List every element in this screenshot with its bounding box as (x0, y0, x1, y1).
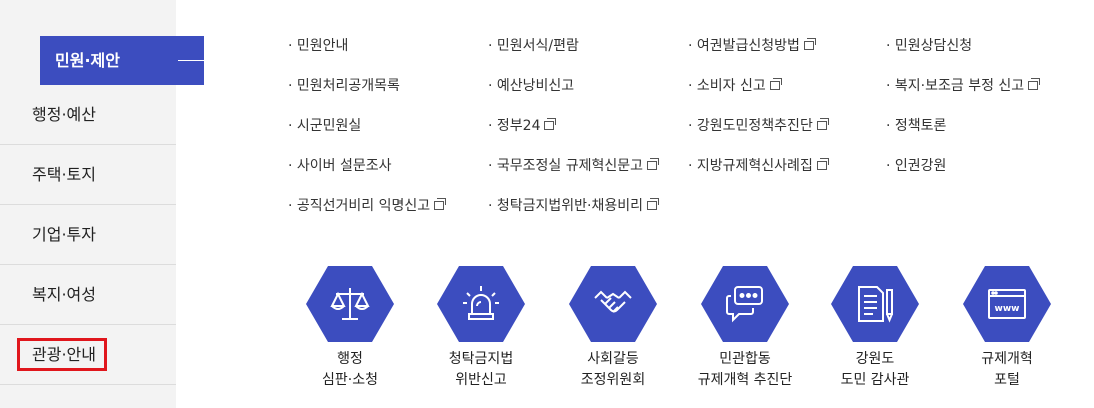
sidebar-item-tourism-guide[interactable]: 관광·안내 (0, 325, 176, 385)
handshake-icon (594, 290, 632, 313)
hexagon-badge (701, 266, 789, 342)
svg-text:www: www (995, 304, 1020, 314)
link-item[interactable]: · 소비자 신고 (688, 75, 782, 95)
document-pen-icon (858, 286, 893, 323)
icon-label: 민관합동 규제개혁 추진단 (697, 351, 793, 388)
sidebar-item-label: 주택·토지 (32, 165, 96, 184)
quick-link-citizen-auditor[interactable]: 강원도 도민 감사관 (810, 266, 940, 391)
link-item[interactable]: · 공직선거비리 익명신고 (288, 195, 447, 215)
new-window-icon (647, 157, 660, 170)
link-item[interactable]: · 민원서식/편람 (488, 35, 579, 55)
link-item[interactable]: · 민원상담신청 (886, 35, 972, 55)
new-window-icon (647, 197, 660, 210)
quick-link-regulation-team[interactable]: 민관합동 규제개혁 추진단 (680, 266, 810, 391)
new-window-icon (434, 197, 447, 210)
sidebar-item-civil-petition[interactable]: 민원·제안 (40, 36, 204, 85)
link-item[interactable]: · 민원안내 (288, 35, 348, 55)
siren-icon (463, 286, 499, 320)
sidebar-active-label: 민원·제안 (55, 51, 120, 70)
link-item[interactable]: · 민원처리공개목록 (288, 75, 400, 95)
sidebar-item-label: 관광·안내 (17, 338, 107, 371)
sidebar-item-label: 기업·투자 (32, 225, 96, 244)
quick-link-graft-report[interactable]: 청탁금지법 위반신고 (416, 266, 546, 391)
hexagon-badge (306, 266, 394, 342)
hexagon-badge: www (963, 266, 1051, 342)
quick-link-conflict-committee[interactable]: 사회갈등 조정위원회 (548, 266, 678, 391)
link-item[interactable]: · 지방규제혁신사례집 (688, 155, 829, 175)
icon-label: 규제개혁 포털 (981, 351, 1033, 388)
sidebar-item-business-invest[interactable]: 기업·투자 (0, 205, 176, 265)
sidebar-item-admin-budget[interactable]: 행정·예산 (0, 85, 176, 145)
link-item[interactable]: · 복지·보조금 부정 신고 (886, 75, 1041, 95)
new-window-icon (544, 117, 557, 130)
link-item[interactable]: · 정부24 (488, 115, 557, 135)
chat-icon (726, 286, 763, 323)
www-icon: www (988, 289, 1026, 319)
new-window-icon (816, 117, 829, 130)
quick-link-admin-appeal[interactable]: 행정 심판·소청 (285, 266, 415, 391)
link-item[interactable]: · 인권강원 (886, 155, 946, 175)
new-window-icon (816, 157, 829, 170)
icon-label: 행정 심판·소청 (322, 351, 378, 388)
link-item[interactable]: · 여권발급신청방법 (688, 35, 816, 55)
quick-link-regulation-portal[interactable]: www 규제개혁 포털 (942, 266, 1072, 391)
link-item[interactable]: · 시군민원실 (288, 115, 361, 135)
link-item[interactable]: · 정책토론 (886, 115, 946, 135)
new-window-icon (1028, 77, 1041, 90)
link-item[interactable]: · 국무조정실 규제혁신문고 (488, 155, 660, 175)
hexagon-badge (437, 266, 525, 342)
sidebar-item-housing-land[interactable]: 주택·토지 (0, 145, 176, 205)
hexagon-badge (831, 266, 919, 342)
scales-icon (330, 288, 370, 320)
collapse-dash-icon (178, 60, 204, 61)
new-window-icon (769, 77, 782, 90)
hexagon-badge (569, 266, 657, 342)
sidebar-item-welfare-women[interactable]: 복지·여성 (0, 265, 176, 325)
sidebar-item-label: 행정·예산 (32, 105, 96, 124)
link-item[interactable]: · 강원도민정책추진단 (688, 115, 829, 135)
sidebar-item-label: 복지·여성 (32, 285, 96, 304)
link-item[interactable]: · 예산낭비신고 (488, 75, 574, 95)
sidebar: 민원·제안 행정·예산 주택·토지 기업·투자 복지·여성 관광·안내 (0, 0, 204, 408)
link-item[interactable]: · 사이버 설문조사 (288, 155, 392, 175)
icon-label: 강원도 도민 감사관 (840, 351, 910, 388)
link-item[interactable]: · 청탁금지법위반·채용비리 (488, 195, 660, 215)
icon-label: 사회갈등 조정위원회 (580, 351, 646, 388)
new-window-icon (803, 37, 816, 50)
icon-label: 청탁금지법 위반신고 (448, 351, 514, 388)
